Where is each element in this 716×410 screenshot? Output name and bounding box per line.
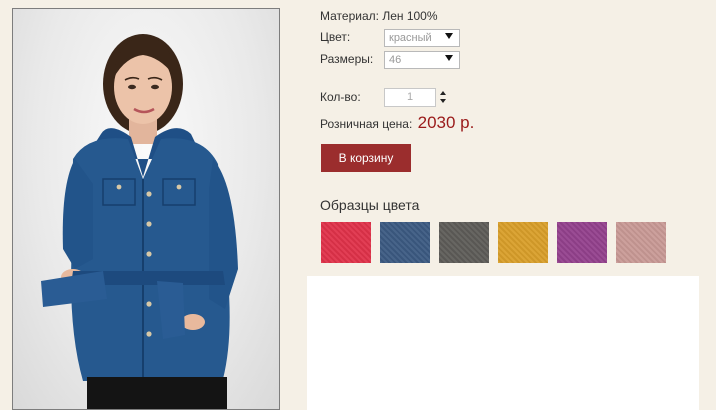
color-select-value: красный: [389, 32, 432, 44]
quantity-value: 1: [406, 91, 414, 103]
swatch-blue[interactable]: [380, 222, 430, 263]
material-label: Материал:: [320, 9, 379, 23]
swatch-mustard[interactable]: [498, 222, 548, 263]
product-photo[interactable]: [12, 8, 280, 410]
price-row: Розничная цена: 2030 р.: [320, 113, 474, 133]
increment-arrow-icon[interactable]: [440, 91, 446, 95]
size-label: Размеры:: [320, 52, 374, 66]
swatch-dusty-pink[interactable]: [616, 222, 666, 263]
size-select-value: 46: [389, 54, 402, 66]
content-panel: [307, 276, 699, 410]
size-select[interactable]: 46: [384, 51, 460, 69]
quantity-stepper[interactable]: [440, 91, 448, 105]
swatches-title: Образцы цвета: [320, 197, 420, 213]
qty-label: Кол-во:: [320, 90, 361, 104]
color-label: Цвет:: [320, 30, 351, 44]
decrement-arrow-icon[interactable]: [440, 99, 446, 103]
chevron-down-icon: [445, 33, 453, 39]
price-value: 2030 р.: [417, 113, 475, 132]
model-illustration: [41, 34, 238, 409]
material-row: Материал: Лен 100%: [320, 9, 438, 23]
swatch-purple[interactable]: [557, 222, 607, 263]
swatch-gray[interactable]: [439, 222, 489, 263]
add-to-cart-button[interactable]: В корзину: [321, 144, 411, 172]
chevron-down-icon: [445, 55, 453, 61]
material-value: Лен 100%: [382, 9, 438, 23]
swatch-red[interactable]: [321, 222, 371, 263]
price-label: Розничная цена:: [320, 117, 413, 131]
color-select[interactable]: красный: [384, 29, 460, 47]
quantity-input[interactable]: 1: [384, 88, 436, 107]
